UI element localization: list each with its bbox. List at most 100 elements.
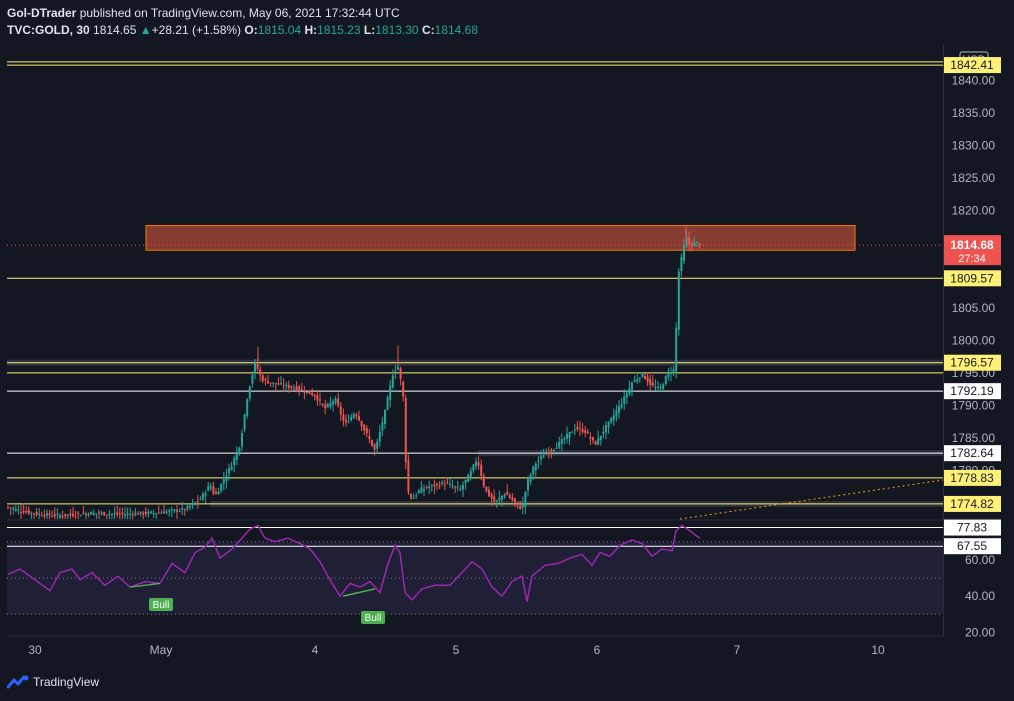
candle-body [85, 513, 87, 516]
last-price-label: 1814.68 [950, 238, 994, 252]
candle-body [59, 515, 61, 518]
candle-body [581, 428, 584, 433]
candle-body [618, 406, 620, 413]
candle-body [407, 460, 410, 493]
candle-body [469, 470, 472, 479]
candle-body [290, 386, 293, 388]
candle-body [508, 495, 511, 499]
candle-body [540, 456, 542, 459]
candle-body [64, 513, 67, 517]
candle-body [33, 513, 35, 515]
candle-body [696, 241, 698, 243]
bull-label-text: Bull [153, 600, 170, 611]
candle-body [173, 509, 176, 512]
candle-body [225, 475, 228, 482]
candle-body [129, 513, 132, 515]
candle-body [597, 437, 600, 445]
resistance-zone [145, 225, 856, 251]
candle-body [657, 386, 659, 388]
candle-body [350, 416, 353, 421]
price-tick-label: 1800.00 [952, 333, 996, 347]
candle-body [579, 427, 581, 429]
level-price-label: 1778.83 [950, 471, 994, 485]
candle-body [147, 511, 150, 515]
level-price-label: 1774.82 [950, 497, 994, 511]
candle-body [105, 514, 108, 516]
candle-body [251, 374, 254, 384]
candle-body [506, 491, 509, 496]
candle-body [98, 512, 100, 514]
candle-body [467, 474, 470, 482]
candle-body [121, 512, 124, 515]
candle-body [449, 484, 451, 486]
candle-body [688, 237, 691, 245]
candle-body [82, 512, 85, 514]
candle-body [259, 369, 262, 375]
main-pane-bg [7, 45, 943, 519]
rsi-tick-label: 20.00 [965, 625, 995, 639]
candle-body [667, 371, 670, 377]
tradingview-brand[interactable]: TradingView [7, 675, 99, 689]
candle-body [542, 456, 545, 458]
candle-body [683, 245, 685, 261]
candle-body [545, 453, 548, 455]
candle-body [113, 513, 116, 515]
candle-body [623, 396, 626, 404]
candle-body [196, 500, 199, 502]
candle-body [319, 399, 321, 401]
candle-body [277, 383, 280, 385]
candle-body [165, 511, 168, 513]
candle-body [207, 486, 210, 491]
candle-body [202, 493, 204, 500]
candle-body [233, 457, 236, 466]
candle-body [503, 494, 506, 497]
candle-body [170, 509, 173, 511]
candle-body [371, 439, 373, 446]
rsi-level-label: 67.55 [957, 539, 987, 553]
time-tick-label: 5 [453, 643, 460, 657]
candle-body [511, 497, 514, 501]
price-chart[interactable]: Bull Bull 1840.00 1835.00 1830.00 1825.00 1820… [0, 0, 1014, 701]
candle-body [397, 366, 399, 370]
candle-body [654, 386, 657, 388]
candle-body [334, 398, 337, 403]
candle-body [311, 393, 314, 396]
time-tick-label: 30 [28, 643, 42, 657]
candle-body [264, 378, 267, 380]
candle-body [495, 500, 498, 502]
candle-body [573, 429, 576, 431]
candle-body [204, 492, 207, 496]
candle-body [254, 361, 256, 374]
rsi-tick-label: 40.00 [965, 589, 995, 603]
candle-body [345, 419, 347, 423]
candle-body [176, 509, 178, 512]
candle-body [246, 399, 249, 416]
candle-body [381, 422, 384, 431]
candle-body [368, 436, 371, 440]
candle-body [74, 515, 77, 517]
time-tick-label: May [150, 643, 173, 657]
candle-body [293, 388, 295, 390]
level-price-label: 1782.64 [950, 446, 994, 460]
bar-countdown: 27:34 [958, 253, 986, 265]
candle-body [641, 372, 644, 377]
candle-body [324, 404, 327, 409]
candle-body [514, 498, 516, 503]
candle-body [212, 486, 215, 494]
candle-body [303, 391, 306, 393]
level-price-label: 1792.19 [950, 384, 994, 398]
candle-body [576, 426, 579, 430]
candle-body [537, 460, 540, 462]
candle-body [87, 514, 90, 516]
candle-body [209, 486, 212, 489]
candle-body [199, 499, 202, 501]
candle-body [269, 382, 272, 384]
candle-body [274, 383, 277, 385]
candle-body [373, 444, 376, 450]
candle-body [420, 487, 423, 493]
candle-body [22, 510, 25, 513]
candle-body [425, 486, 428, 488]
candle-body [680, 257, 683, 272]
candle-body [238, 447, 241, 454]
candle-body [321, 404, 324, 406]
